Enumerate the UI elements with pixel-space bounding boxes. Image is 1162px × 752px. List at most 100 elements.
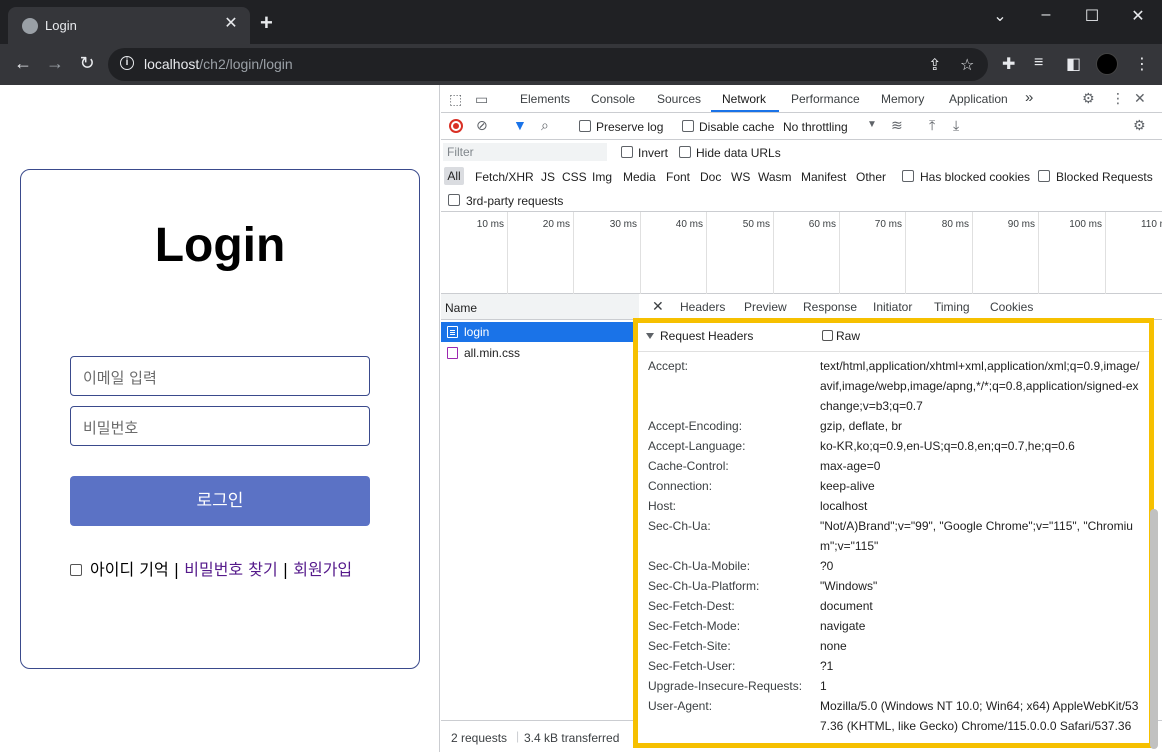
type-fetch-xhr[interactable]: Fetch/XHR bbox=[475, 170, 534, 184]
throttling-select[interactable]: No throttling bbox=[783, 120, 848, 134]
invert-checkbox[interactable] bbox=[621, 146, 633, 158]
forward-icon[interactable]: → bbox=[44, 53, 66, 74]
share-icon[interactable]: ⇪ bbox=[928, 55, 941, 75]
header-name: Sec-Fetch-Site: bbox=[648, 639, 731, 653]
remember-checkbox[interactable] bbox=[70, 564, 82, 576]
has-blocked-cookies-checkbox[interactable] bbox=[902, 170, 914, 182]
more-options-icon[interactable]: ⋮ bbox=[1111, 90, 1125, 107]
settings-gear-icon[interactable]: ⚙ bbox=[1082, 90, 1095, 107]
timeline-gridline bbox=[706, 212, 707, 294]
type-img[interactable]: Img bbox=[592, 170, 612, 184]
inspect-element-icon[interactable]: ⬚ bbox=[449, 91, 462, 108]
header-value: "Windows" bbox=[820, 579, 878, 593]
request-headers-toggle[interactable]: Request Headers bbox=[646, 329, 753, 343]
tab-headers[interactable]: Headers bbox=[680, 300, 725, 314]
raw-checkbox[interactable] bbox=[822, 330, 833, 341]
password-field[interactable]: 비밀번호 bbox=[70, 406, 370, 446]
reload-icon[interactable]: ↻ bbox=[76, 53, 98, 74]
tab-initiator[interactable]: Initiator bbox=[873, 300, 912, 314]
filter-input[interactable]: Filter bbox=[443, 143, 607, 161]
timeline-tick-label: 50 ms bbox=[742, 219, 770, 230]
extensions-icon[interactable]: ✚ bbox=[1002, 54, 1015, 74]
tab-elements[interactable]: Elements bbox=[520, 92, 570, 106]
disable-cache-checkbox[interactable] bbox=[682, 120, 694, 132]
chevron-down-icon[interactable]: ⌄ bbox=[990, 6, 1010, 26]
request-count: 2 requests bbox=[451, 731, 508, 745]
dropdown-arrow-icon[interactable]: ▼ bbox=[867, 119, 877, 130]
type-manifest[interactable]: Manifest bbox=[801, 170, 846, 184]
export-har-icon[interactable]: ⤓ bbox=[953, 117, 959, 134]
type-other[interactable]: Other bbox=[856, 170, 886, 184]
profile-avatar[interactable] bbox=[1096, 53, 1118, 75]
bookmark-star-icon[interactable]: ☆ bbox=[960, 55, 974, 75]
type-js[interactable]: JS bbox=[541, 170, 555, 184]
back-icon[interactable]: ← bbox=[12, 53, 34, 74]
tab-performance[interactable]: Performance bbox=[791, 92, 860, 106]
invert-label: Invert bbox=[638, 146, 669, 160]
network-settings-icon[interactable]: ⚙ bbox=[1133, 117, 1146, 134]
network-conditions-icon[interactable]: ≋ bbox=[891, 117, 903, 134]
clear-icon[interactable]: ⊘ bbox=[476, 117, 488, 134]
timeline-tick-label: 90 ms bbox=[1007, 219, 1035, 230]
tab-cookies[interactable]: Cookies bbox=[990, 300, 1033, 314]
header-name: Sec-Ch-Ua-Mobile: bbox=[648, 559, 751, 573]
tab-sources[interactable]: Sources bbox=[657, 92, 701, 106]
minimize-icon[interactable]: – bbox=[1036, 6, 1056, 24]
blocked-requests-checkbox[interactable] bbox=[1038, 170, 1050, 182]
side-panel-icon[interactable]: ◧ bbox=[1066, 54, 1081, 74]
type-css[interactable]: CSS bbox=[562, 170, 587, 184]
maximize-icon[interactable]: ☐ bbox=[1082, 6, 1102, 26]
header-name: Accept-Language: bbox=[648, 439, 746, 453]
close-detail-icon[interactable]: ✕ bbox=[652, 298, 664, 315]
type-font[interactable]: Font bbox=[666, 170, 690, 184]
new-tab-button[interactable]: + bbox=[260, 12, 273, 34]
tab-timing[interactable]: Timing bbox=[934, 300, 970, 314]
timeline-gridline bbox=[573, 212, 574, 294]
find-password-link[interactable]: 비밀번호 찾기 bbox=[184, 560, 277, 579]
import-har-icon[interactable]: ⤒ bbox=[929, 117, 935, 134]
url-text[interactable]: localhost/ch2/login/login bbox=[144, 56, 293, 72]
request-row[interactable]: all.min.css bbox=[441, 343, 639, 363]
tab-console[interactable]: Console bbox=[591, 92, 635, 106]
type-media[interactable]: Media bbox=[623, 170, 656, 184]
request-name: all.min.css bbox=[464, 346, 521, 360]
network-timeline[interactable]: 10 ms 20 ms 30 ms 40 ms 50 ms 60 ms 70 ms 80 ms… bbox=[441, 212, 1162, 294]
third-party-checkbox[interactable] bbox=[448, 194, 460, 206]
login-title: Login bbox=[154, 219, 286, 272]
tab-title: Login bbox=[45, 18, 77, 33]
scrollbar[interactable] bbox=[1150, 509, 1158, 749]
window-close-icon[interactable]: ✕ bbox=[1128, 6, 1148, 26]
filter-icon[interactable]: ▼ bbox=[513, 117, 527, 133]
type-ws[interactable]: WS bbox=[731, 170, 750, 184]
media-control-icon[interactable]: ≡ bbox=[1034, 54, 1043, 72]
type-doc[interactable]: Doc bbox=[700, 170, 721, 184]
browser-tab[interactable]: Login ✕ bbox=[8, 7, 250, 44]
email-field[interactable]: 이메일 입력 bbox=[70, 356, 370, 396]
info-icon[interactable]: i bbox=[120, 56, 134, 70]
record-icon[interactable] bbox=[449, 119, 463, 133]
header-name: Accept-Encoding: bbox=[648, 419, 743, 433]
address-bar[interactable]: i localhost/ch2/login/login ⇪ ☆ bbox=[108, 48, 988, 81]
tab-network[interactable]: Network bbox=[722, 92, 766, 106]
close-devtools-icon[interactable]: ✕ bbox=[1134, 90, 1146, 107]
raw-toggle[interactable]: Raw bbox=[822, 329, 860, 343]
hide-data-urls-checkbox[interactable] bbox=[679, 146, 691, 158]
device-toolbar-icon[interactable]: ▭ bbox=[475, 91, 488, 108]
login-button[interactable]: 로그인 bbox=[70, 476, 370, 526]
tab-preview[interactable]: Preview bbox=[744, 300, 787, 314]
header-name: Sec-Fetch-Mode: bbox=[648, 619, 741, 633]
header-value: none bbox=[820, 639, 847, 653]
preserve-log-checkbox[interactable] bbox=[579, 120, 591, 132]
search-icon[interactable]: ⌕ bbox=[541, 117, 549, 134]
type-all[interactable]: All bbox=[444, 167, 464, 185]
request-row[interactable]: login bbox=[441, 322, 639, 342]
tab-response[interactable]: Response bbox=[803, 300, 857, 314]
tab-close-icon[interactable]: ✕ bbox=[222, 15, 240, 33]
name-column-header[interactable]: Name bbox=[441, 294, 639, 320]
menu-icon[interactable]: ⋮ bbox=[1134, 54, 1150, 74]
type-wasm[interactable]: Wasm bbox=[758, 170, 792, 184]
tab-application[interactable]: Application bbox=[949, 92, 1008, 106]
more-tabs-icon[interactable]: » bbox=[1025, 89, 1033, 106]
tab-memory[interactable]: Memory bbox=[881, 92, 924, 106]
signup-link[interactable]: 회원가입 bbox=[293, 560, 352, 579]
